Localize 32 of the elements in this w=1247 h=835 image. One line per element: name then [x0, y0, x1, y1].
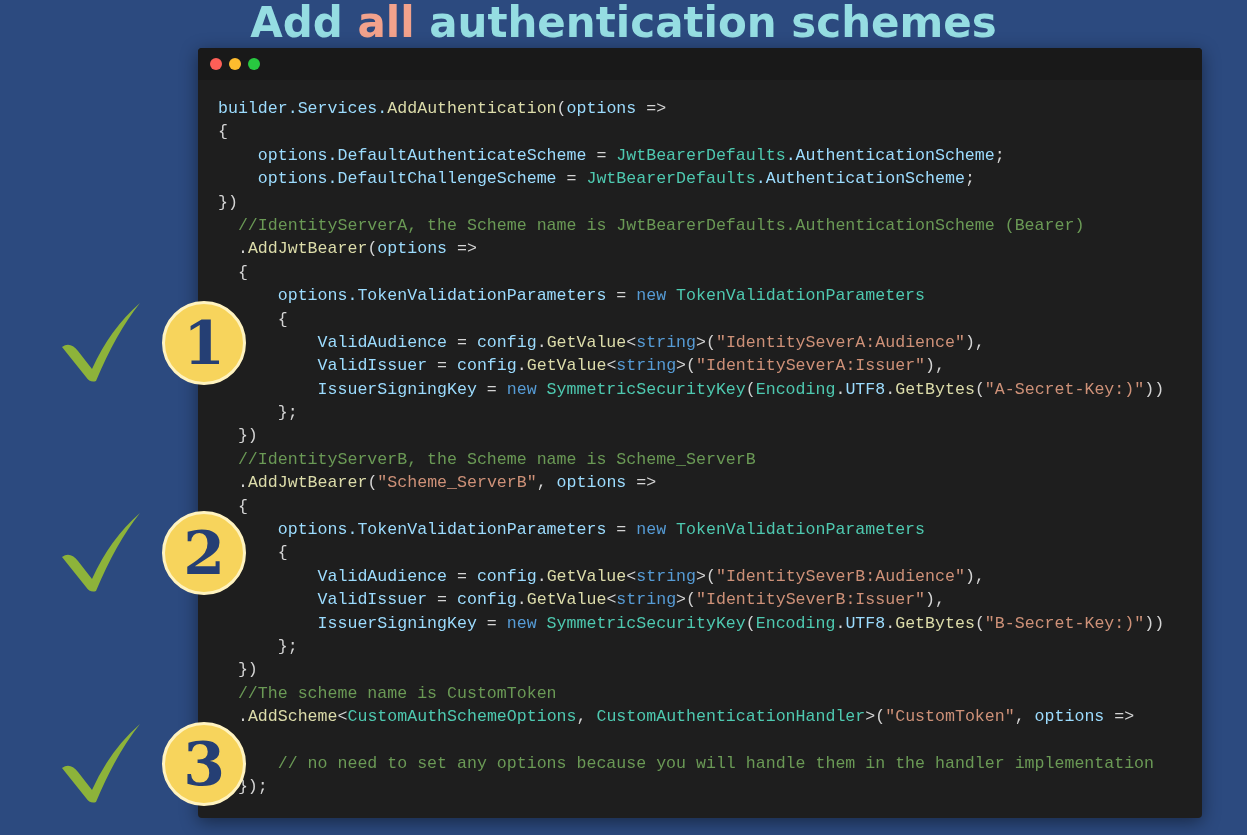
code-line: options.DefaultAuthenticateScheme = JwtBearerDefaults.AuthenticationScheme;	[256, 144, 1006, 167]
minimize-dot-icon	[229, 58, 241, 70]
code-line: {	[236, 261, 249, 284]
code-line: {	[276, 308, 289, 331]
code-line: //IdentityServerA, the Scheme name is JwtBearerDefaults.AuthenticationScheme (Bearer)	[236, 214, 1086, 237]
code-line: ValidIssuer = config.GetValue<string>("IdentitySeverB:Issuer"),	[316, 589, 946, 612]
code-line: builder.Services.AddAuthentication(options =>	[218, 98, 668, 120]
maximize-dot-icon	[248, 58, 260, 70]
code-line: })	[218, 191, 239, 214]
code-line: //The scheme name is CustomToken	[236, 682, 558, 705]
code-line: options.DefaultChallengeScheme = JwtBearerDefaults.AuthenticationScheme;	[256, 168, 976, 191]
code-line: //IdentityServerB, the Scheme name is Scheme_ServerB	[236, 448, 757, 471]
code-line: IssuerSigningKey = new SymmetricSecurityKey(Encoding.UTF8.GetBytes("B-Secret-Key:)"))	[316, 612, 1166, 635]
code-line: ValidAudience = config.GetValue<string>("IdentitySeverA:Audience"),	[316, 331, 986, 354]
code-line: })	[236, 425, 259, 448]
code-line: {	[218, 121, 229, 144]
code-line: .AddScheme<CustomAuthSchemeOptions, CustomAuthenticationHandler>("CustomToken", options =>	[236, 706, 1136, 729]
code-line: IssuerSigningKey = new SymmetricSecurityKey(Encoding.UTF8.GetBytes("A-Secret-Key:)"))	[316, 378, 1166, 401]
code-line: .AddJwtBearer("Scheme_ServerB", options =>	[236, 472, 658, 495]
code-line: };	[276, 402, 299, 425]
code-line: options.TokenValidationParameters = new TokenValidationParameters	[276, 285, 926, 308]
code-line: .AddJwtBearer(options =>	[236, 238, 478, 261]
page-title: Add all authentication schemes	[250, 0, 997, 46]
close-dot-icon	[210, 58, 222, 70]
code-line: options.TokenValidationParameters = new TokenValidationParameters	[276, 519, 926, 542]
code-line: ValidIssuer = config.GetValue<string>("IdentitySeverA:Issuer"),	[316, 355, 946, 378]
code-line: };	[276, 636, 299, 658]
code-line: {	[276, 542, 289, 565]
code-line: // no need to set any options because you will handle them in the handler implementation	[276, 752, 1156, 775]
code-line: ValidAudience = config.GetValue<string>("IdentitySeverB:Audience"),	[316, 565, 986, 588]
step-number-badge: 1	[162, 300, 246, 385]
code-line: })	[236, 659, 259, 682]
